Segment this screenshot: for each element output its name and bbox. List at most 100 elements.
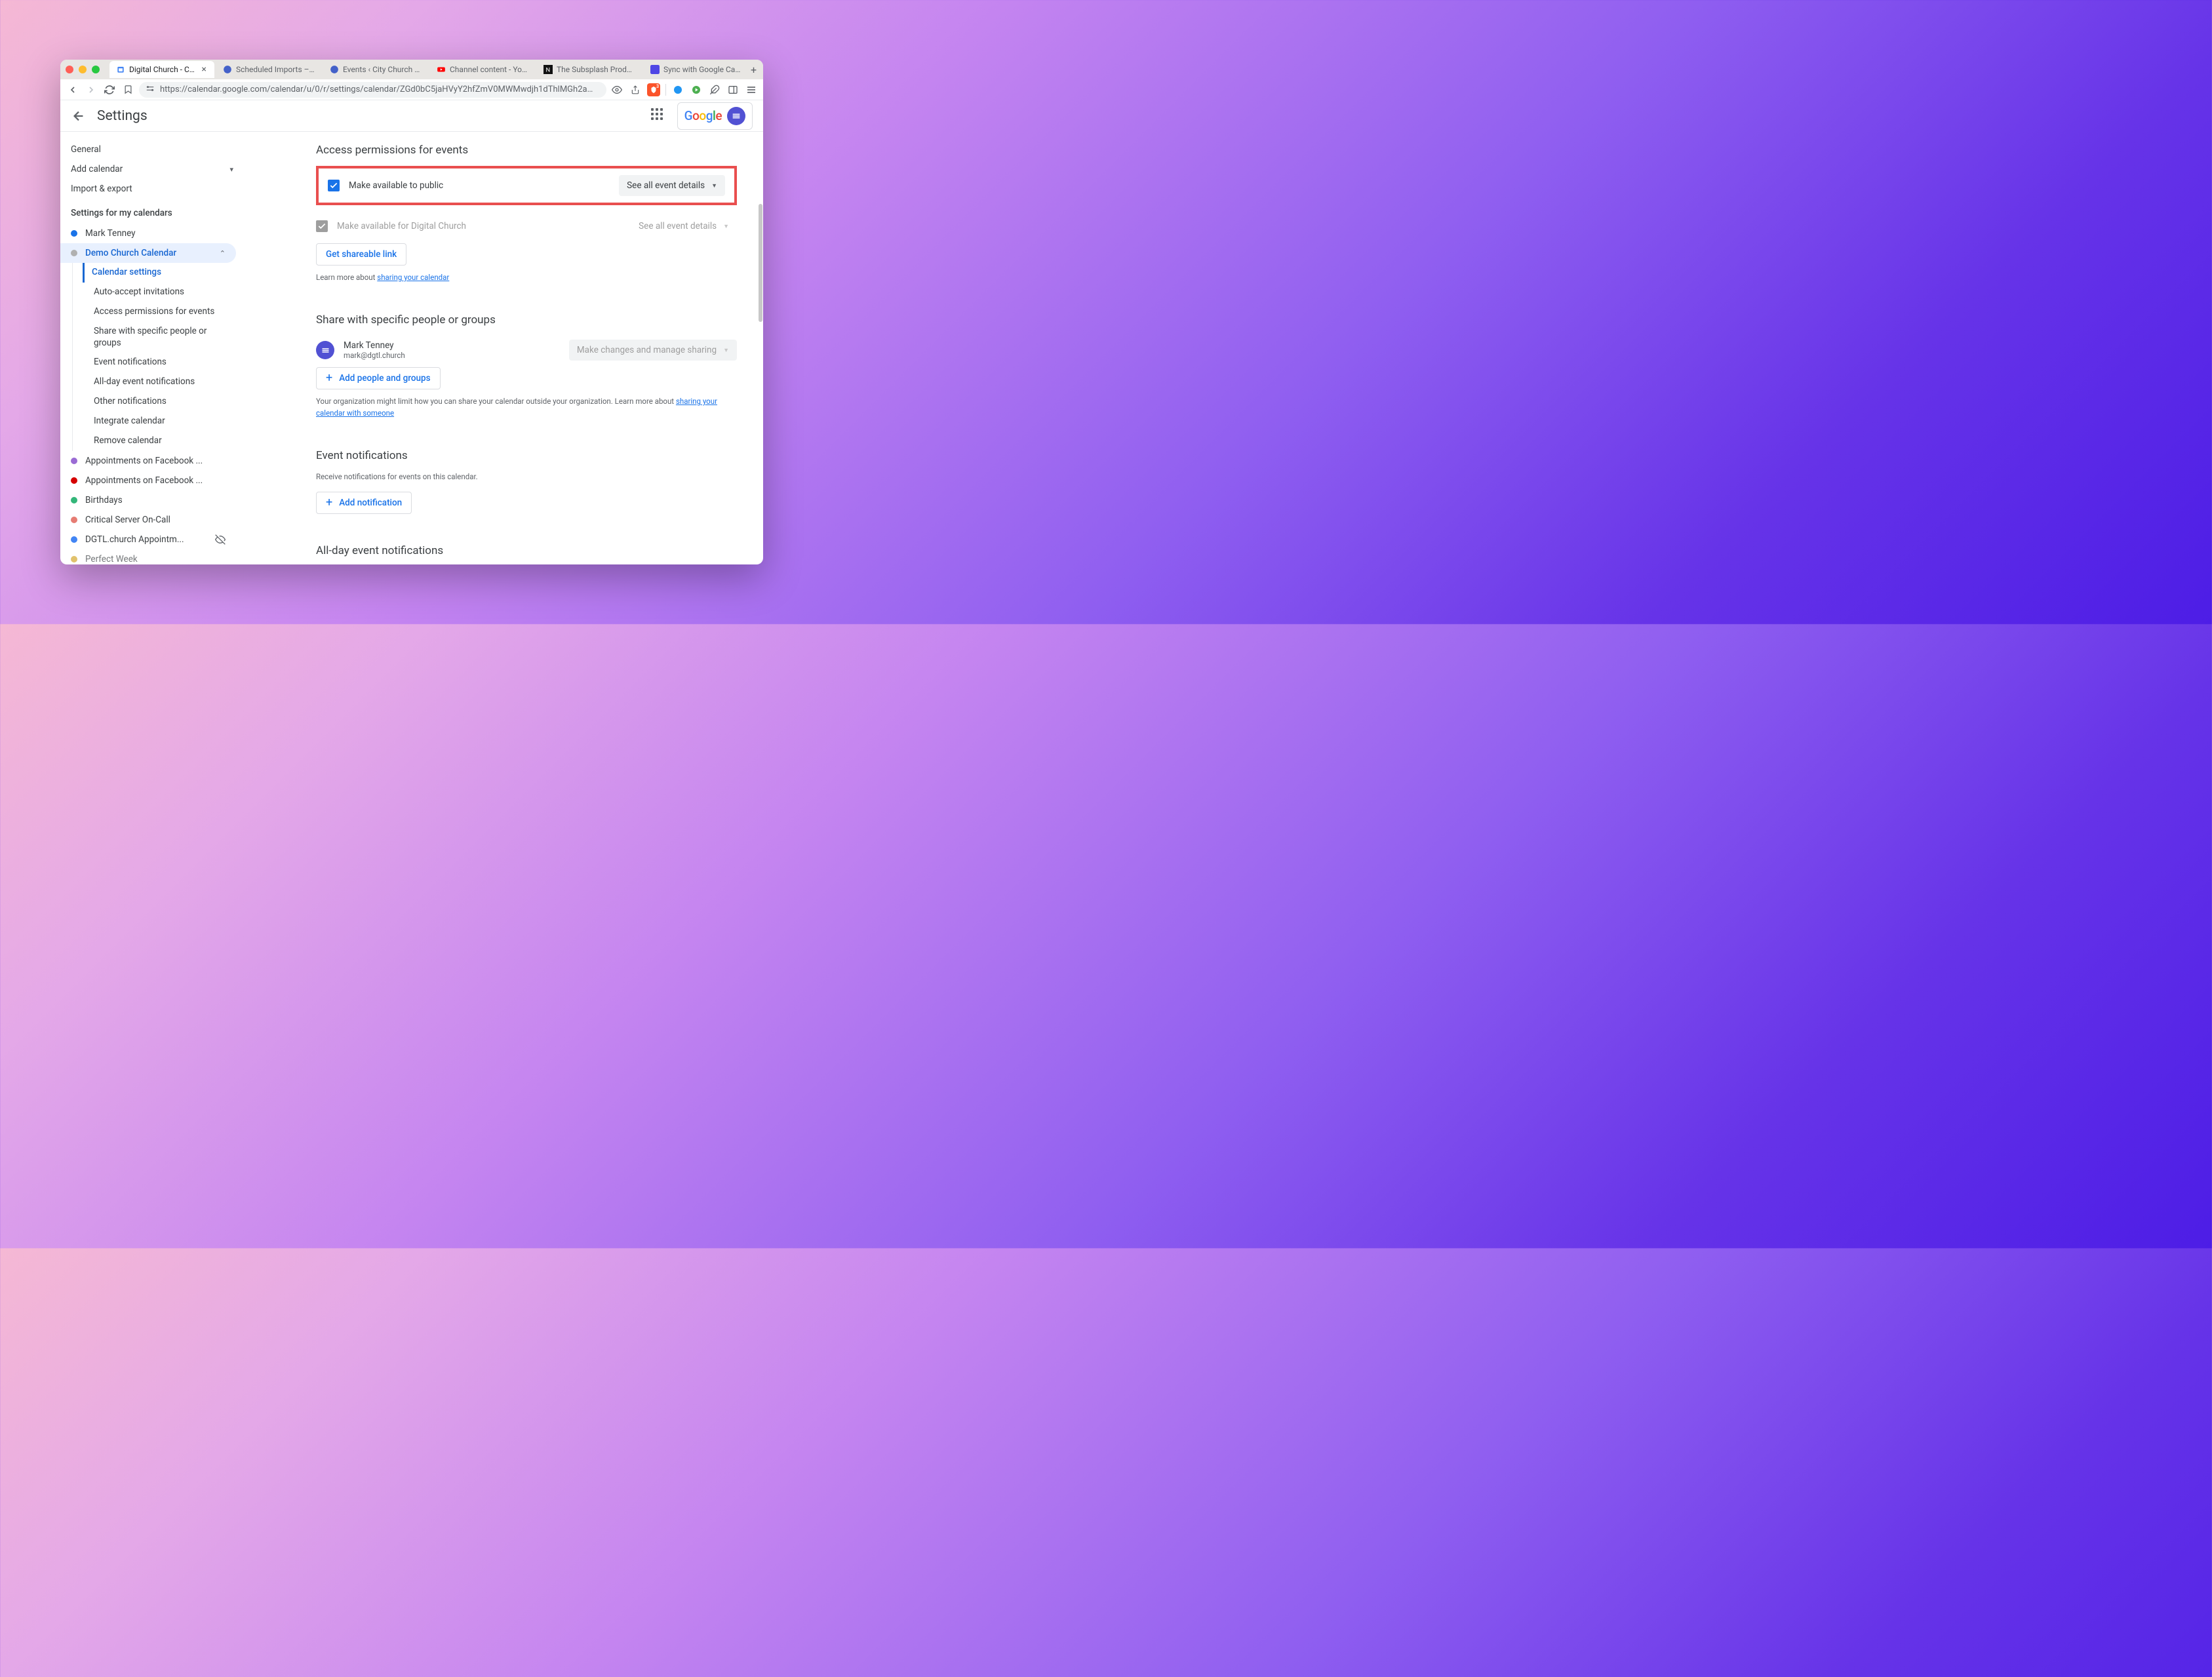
section-title-allday-notifications: All-day event notifications xyxy=(316,544,737,557)
close-tab-icon[interactable]: × xyxy=(200,65,208,74)
sub-item-other-notifications[interactable]: Other notifications xyxy=(85,392,244,412)
reload-button[interactable] xyxy=(102,83,117,97)
plus-icon: + xyxy=(326,498,332,507)
calendar-label: Critical Server On-Call xyxy=(85,515,226,525)
helper-text: Your organization might limit how you ca… xyxy=(316,396,737,419)
favicon-icon xyxy=(650,65,660,74)
nav-label: Add calendar xyxy=(71,164,123,174)
divider xyxy=(665,84,666,96)
eye-icon[interactable] xyxy=(610,83,623,96)
settings-sidebar: General Add calendar ▾ Import & export S… xyxy=(60,132,244,564)
sub-item-event-notifications[interactable]: Event notifications xyxy=(85,353,244,372)
calendar-item[interactable]: DGTL.church Appointm... xyxy=(60,530,236,549)
button-label: Add notification xyxy=(339,498,402,508)
google-account-button[interactable]: Google xyxy=(677,102,753,130)
calendar-item-mark-tenney[interactable]: Mark Tenney xyxy=(60,224,236,243)
calendar-item[interactable]: Critical Server On-Call xyxy=(60,510,236,530)
browser-tab-active[interactable]: Digital Church - Calend × xyxy=(109,61,214,78)
tab-overflow-button[interactable] xyxy=(759,64,763,76)
chevron-up-icon: ⌃ xyxy=(220,249,226,258)
visibility-dropdown[interactable]: See all event details ▼ xyxy=(619,175,725,196)
scrollbar[interactable] xyxy=(759,204,762,322)
favicon-icon xyxy=(330,65,339,74)
calendar-item-birthdays[interactable]: Birthdays xyxy=(60,490,236,510)
checkbox-label: Make available to public xyxy=(349,180,610,191)
app-header: Settings Google xyxy=(60,100,763,132)
extension-icon[interactable] xyxy=(690,83,703,96)
calendar-color-dot xyxy=(71,497,77,503)
url-field[interactable]: https://calendar.google.com/calendar/u/0… xyxy=(139,82,606,98)
checkbox-public[interactable] xyxy=(328,180,340,191)
browser-tab[interactable]: N The Subsplash Product Ev xyxy=(537,61,642,78)
site-settings-icon[interactable] xyxy=(146,84,155,96)
add-people-button[interactable]: + Add people and groups xyxy=(316,367,441,389)
get-shareable-link-button[interactable]: Get shareable link xyxy=(316,243,406,266)
browser-tab[interactable]: Channel content - YouTube xyxy=(430,61,535,78)
sub-item-access-permissions[interactable]: Access permissions for events xyxy=(85,302,244,322)
helper-link[interactable]: sharing your calendar xyxy=(377,273,449,282)
google-logo-text: Google xyxy=(684,108,722,123)
highlight-box: Make available to public See all event d… xyxy=(316,166,737,205)
new-tab-button[interactable]: + xyxy=(751,64,757,76)
youtube-favicon-icon xyxy=(437,65,446,74)
button-label: Add people and groups xyxy=(339,373,430,384)
dropdown-value: Make changes and manage sharing xyxy=(577,345,717,355)
bookmark-button[interactable] xyxy=(121,83,135,97)
calendar-label: DGTL.church Appointm... xyxy=(85,534,203,545)
sub-item-allday-notifications[interactable]: All-day event notifications xyxy=(85,372,244,392)
menu-icon[interactable] xyxy=(745,83,758,96)
checkbox-label: Make available for Digital Church xyxy=(337,221,622,231)
calendar-color-dot xyxy=(71,250,77,256)
tab-title: Sync with Google Calendar xyxy=(663,65,742,74)
tab-title: The Subsplash Product Ev xyxy=(557,65,635,74)
share-person-row: Mark Tenney mark@dgtl.church Make change… xyxy=(316,336,737,367)
calendar-color-dot xyxy=(71,536,77,543)
sub-item-auto-accept[interactable]: Auto-accept invitations xyxy=(85,283,244,302)
window-controls xyxy=(66,66,100,73)
plus-icon: + xyxy=(326,374,332,383)
sidebar-item-general[interactable]: General xyxy=(60,140,244,159)
notion-favicon-icon: N xyxy=(543,65,553,74)
hidden-icon xyxy=(215,534,226,545)
calendar-item[interactable]: Appointments on Facebook ... xyxy=(60,451,236,471)
sidebar-toggle-icon[interactable] xyxy=(726,83,740,96)
minimize-window-button[interactable] xyxy=(79,66,87,73)
share-icon[interactable] xyxy=(629,83,642,96)
close-window-button[interactable] xyxy=(66,66,73,73)
calendar-item[interactable]: Appointments on Facebook ... xyxy=(60,471,236,490)
sub-item-integrate[interactable]: Integrate calendar xyxy=(85,412,244,431)
page-title: Settings xyxy=(97,108,148,124)
helper-text: Learn more about sharing your calendar xyxy=(316,272,737,283)
settings-back-button[interactable] xyxy=(71,108,87,124)
tab-bar: Digital Church - Calend × Scheduled Impo… xyxy=(60,60,763,79)
sub-item-share-people[interactable]: Share with specific people or groups xyxy=(85,322,244,353)
back-button[interactable] xyxy=(66,83,80,97)
visibility-dropdown-disabled: See all event details ▼ xyxy=(631,216,737,237)
sub-item-calendar-settings[interactable]: Calendar settings xyxy=(83,263,244,283)
calendar-color-dot xyxy=(71,230,77,237)
calendar-item-demo-church[interactable]: Demo Church Calendar ⌃ xyxy=(60,243,236,263)
google-apps-icon[interactable] xyxy=(651,108,667,124)
share-person-info: Mark Tenney mark@dgtl.church xyxy=(344,340,560,360)
favicon-icon xyxy=(223,65,232,74)
sub-item-remove[interactable]: Remove calendar xyxy=(85,431,244,451)
add-notification-button[interactable]: + Add notification xyxy=(316,492,412,514)
browser-tab[interactable]: Events ‹ City Church — Wo xyxy=(323,61,428,78)
sidebar-item-add-calendar[interactable]: Add calendar ▾ xyxy=(60,159,244,179)
browser-tab[interactable]: Scheduled Imports – Events xyxy=(216,61,321,78)
app-body: General Add calendar ▾ Import & export S… xyxy=(60,132,763,564)
extensions-menu-icon[interactable] xyxy=(708,83,721,96)
browser-tab[interactable]: Sync with Google Calendar xyxy=(644,61,749,78)
maximize-window-button[interactable] xyxy=(92,66,100,73)
forward-button[interactable] xyxy=(84,83,98,97)
extension-icon[interactable] xyxy=(671,83,684,96)
helper-text: Receive notifications for events on this… xyxy=(316,471,737,483)
sidebar-item-import-export[interactable]: Import & export xyxy=(60,179,244,199)
permission-dropdown[interactable]: Make changes and manage sharing ▼ xyxy=(569,340,737,361)
brave-shield-icon[interactable] xyxy=(647,83,660,96)
person-avatar-icon xyxy=(316,341,334,359)
calendar-label: Mark Tenney xyxy=(85,228,226,239)
calendar-item[interactable]: Perfect Week xyxy=(60,549,236,564)
section-title-event-notifications: Event notifications xyxy=(316,449,737,462)
calendar-color-dot xyxy=(71,517,77,523)
